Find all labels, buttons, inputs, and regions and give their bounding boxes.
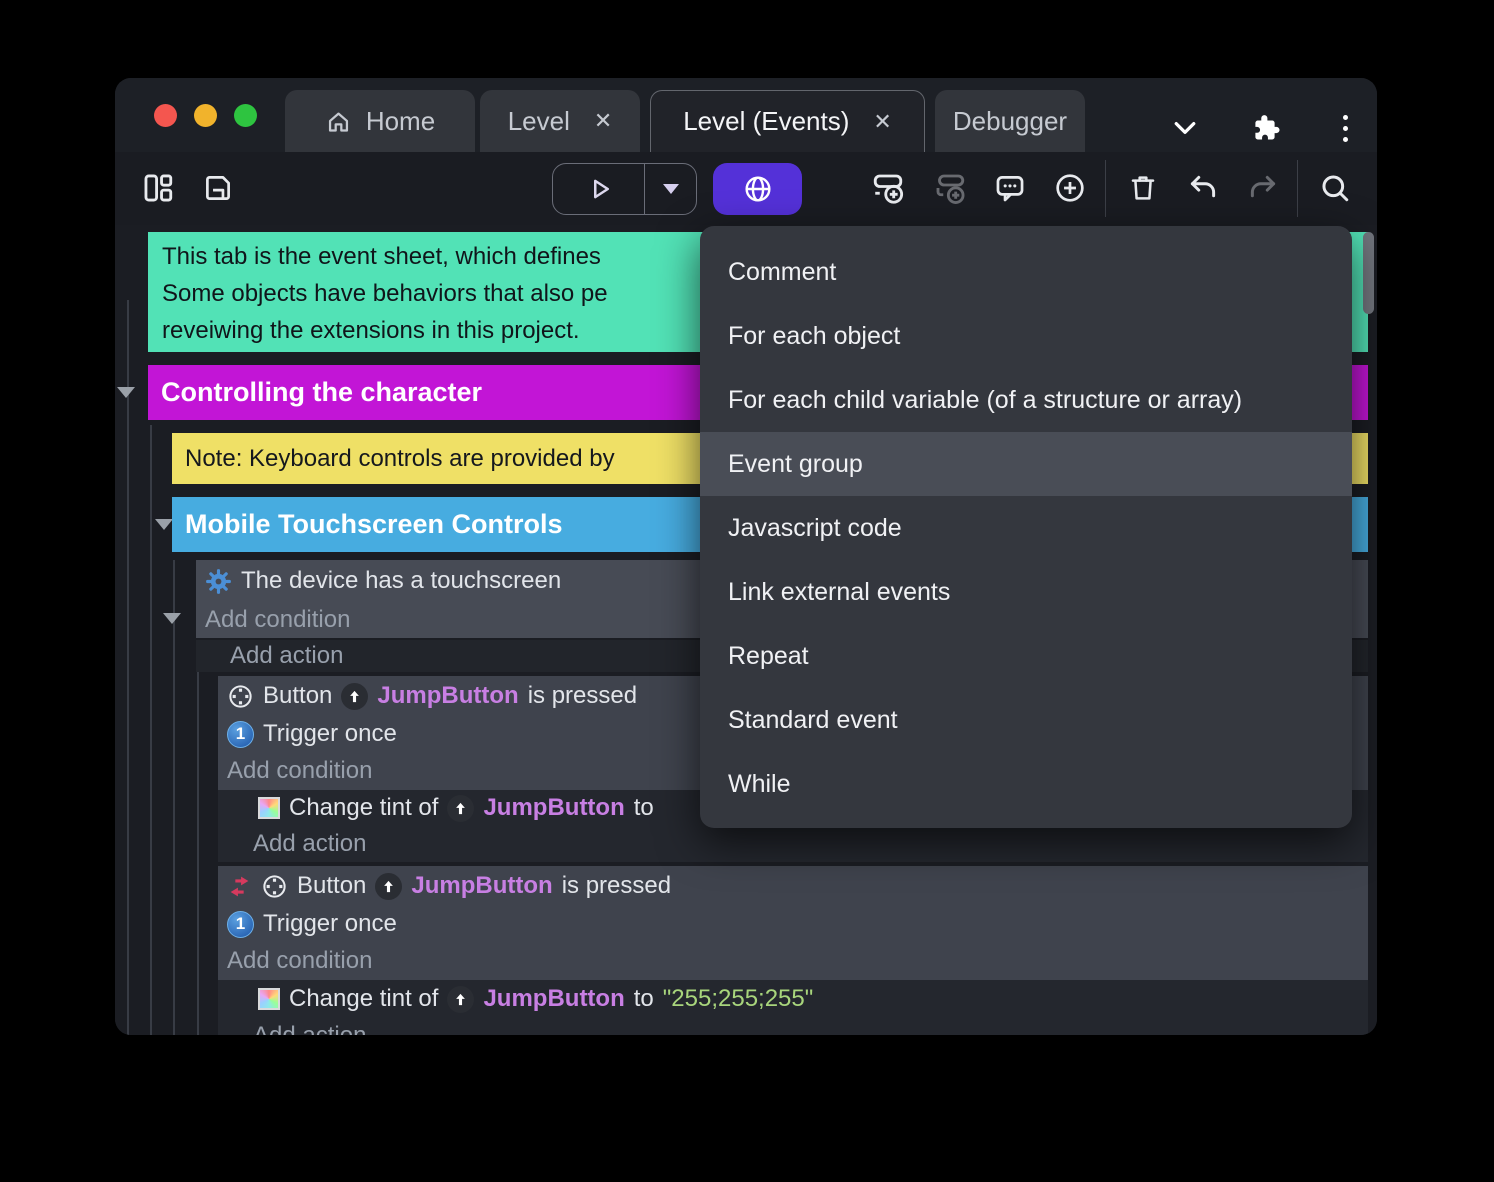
object-instance-name: JumpButton (483, 794, 625, 821)
layout-panels-icon[interactable] (138, 168, 178, 208)
play-split-button (552, 163, 697, 215)
add-action-link[interactable]: Add action (218, 826, 1368, 862)
add-event-context-menu: Comment For each object For each child v… (700, 226, 1352, 828)
condition-row[interactable]: Button JumpButton is pressed (218, 866, 1368, 906)
toolbar-separator (1297, 160, 1298, 217)
note-text: Note: Keyboard controls are provided by (185, 444, 615, 472)
redo-icon[interactable] (1243, 168, 1283, 208)
trigger-once-icon: 1 (227, 720, 254, 748)
search-icon[interactable] (1315, 168, 1355, 208)
tab-level-events-label: Level (Events) (683, 106, 850, 136)
menu-item-link-external-events[interactable]: Link external events (700, 560, 1352, 624)
condition-predicate: is pressed (527, 682, 638, 709)
condition-predicate: is pressed (561, 872, 672, 899)
menu-item-for-each-child-variable[interactable]: For each child variable (of a structure … (700, 368, 1352, 432)
action-value: "255;255;255" (662, 985, 814, 1012)
collapse-event-icon[interactable] (163, 613, 181, 624)
indent-guide (197, 645, 199, 1035)
add-sub-event-icon[interactable] (930, 168, 970, 208)
close-tab-icon[interactable]: ✕ (594, 108, 612, 134)
traffic-light-close[interactable] (154, 104, 177, 127)
action-text: Change tint of (289, 794, 439, 821)
action-text: to (633, 985, 654, 1012)
indent-guide (150, 425, 152, 1035)
tab-home[interactable]: Home (285, 90, 475, 152)
tab-home-label: Home (365, 105, 436, 136)
up-arrow-icon (341, 682, 369, 710)
group-title: Controlling the character (161, 377, 483, 407)
condition-object: Button (297, 872, 367, 899)
tab-level-events[interactable]: Level (Events) ✕ (650, 90, 925, 152)
condition-text: Trigger once (263, 720, 397, 747)
menu-item-event-group[interactable]: Event group (700, 432, 1352, 496)
condition-object: Button (263, 682, 333, 709)
addons-puzzle-icon[interactable] (1243, 106, 1287, 150)
action-text: to (633, 794, 654, 821)
menu-item-standard-event[interactable]: Standard event (700, 688, 1352, 752)
button-object-icon (261, 873, 288, 900)
add-circle-icon[interactable] (1050, 168, 1090, 208)
up-arrow-icon (375, 872, 403, 900)
menu-item-while[interactable]: While (700, 752, 1352, 816)
tint-palette-icon (258, 988, 280, 1010)
indent-guide (127, 300, 129, 1035)
menu-item-javascript-code[interactable]: Javascript code (700, 496, 1352, 560)
button-object-icon (227, 683, 254, 710)
home-icon (325, 108, 352, 135)
trigger-once-icon: 1 (227, 910, 254, 938)
close-tab-icon[interactable]: ✕ (873, 109, 891, 135)
tab-debugger-label: Debugger (952, 105, 1068, 136)
add-condition-link[interactable]: Add condition (218, 942, 1368, 980)
tab-list-chevron-down-icon[interactable] (1163, 106, 1207, 150)
object-instance-name: JumpButton (483, 985, 625, 1012)
delete-trash-icon[interactable] (1123, 168, 1163, 208)
indent-guide (173, 560, 175, 1035)
condition-text: The device has a touchscreen (241, 567, 562, 594)
tint-palette-icon (258, 797, 280, 819)
toolbar (115, 152, 1377, 225)
menu-item-for-each-object[interactable]: For each object (700, 304, 1352, 368)
action-text: Change tint of (289, 985, 439, 1012)
condition-row[interactable]: 1 Trigger once (218, 906, 1368, 942)
menu-kebab-icon[interactable] (1323, 106, 1367, 150)
collapse-group-icon[interactable] (155, 519, 173, 530)
save-icon[interactable] (198, 168, 238, 208)
title-bar: Home Level ✕ Level (Events) ✕ Debugger (115, 78, 1377, 152)
tab-level-label: Level (507, 105, 570, 136)
condition-text: Trigger once (263, 910, 397, 937)
toolbar-separator (1105, 160, 1106, 217)
play-options-button[interactable] (645, 164, 696, 214)
traffic-light-zoom[interactable] (234, 104, 257, 127)
gear-icon (205, 568, 232, 595)
object-instance-name: JumpButton (377, 682, 519, 709)
add-comment-icon[interactable] (990, 168, 1030, 208)
vertical-scrollbar-thumb[interactable] (1363, 232, 1374, 314)
globe-icon (744, 176, 771, 202)
tab-debugger[interactable]: Debugger (935, 90, 1085, 152)
group-title: Mobile Touchscreen Controls (185, 509, 563, 539)
menu-item-repeat[interactable]: Repeat (700, 624, 1352, 688)
undo-icon[interactable] (1183, 168, 1223, 208)
collapse-group-icon[interactable] (117, 387, 135, 398)
traffic-light-minimize[interactable] (194, 104, 217, 127)
add-event-icon[interactable] (868, 168, 908, 208)
play-button[interactable] (553, 164, 645, 214)
app-window: Home Level ✕ Level (Events) ✕ Debugger T… (115, 78, 1377, 1035)
up-arrow-icon (447, 985, 475, 1013)
event-block-jump-inverted[interactable]: Button JumpButton is pressed 1 Trigger o… (218, 866, 1368, 1035)
up-arrow-icon (447, 794, 475, 822)
caret-down-icon (662, 184, 679, 194)
menu-item-comment[interactable]: Comment (700, 240, 1352, 304)
remote-preview-button[interactable] (713, 163, 802, 215)
inverted-condition-icon (227, 874, 252, 899)
object-instance-name: JumpButton (411, 872, 553, 899)
tab-level[interactable]: Level ✕ (480, 90, 640, 152)
add-action-link[interactable]: Add action (218, 1018, 1368, 1035)
action-row[interactable]: Change tint of JumpButton to "255;255;25… (218, 980, 1368, 1018)
